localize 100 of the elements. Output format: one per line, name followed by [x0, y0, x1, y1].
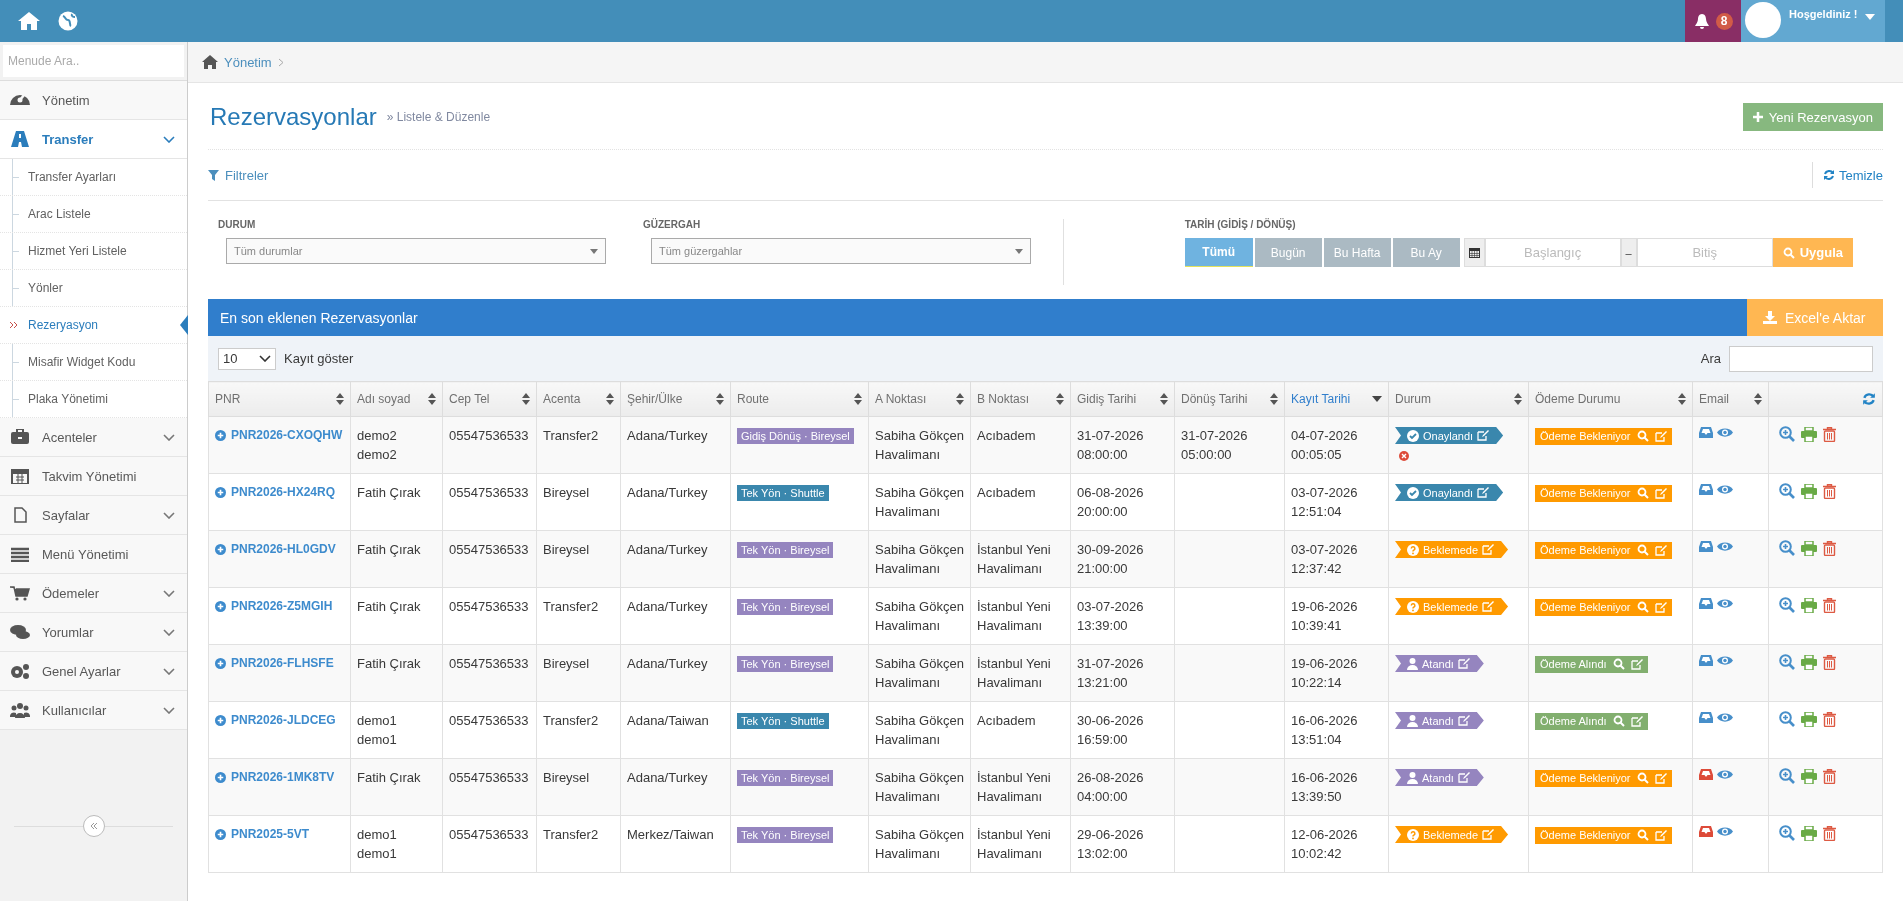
status-tag[interactable]: Onaylandı	[1395, 484, 1504, 501]
table-cell: 16-06-2026 13:39:50	[1284, 758, 1389, 816]
table-cell: Acıbadem	[970, 416, 1071, 474]
table-cell: 03-07-2026 12:51:04	[1284, 473, 1389, 531]
table-cell: 31-07-2026 08:00:00	[1070, 416, 1175, 474]
edit-icon	[1654, 487, 1667, 499]
panel-title: En son eklenen Rezervasyonlar	[219, 309, 419, 326]
end-date-field[interactable]: Bitiş	[1636, 238, 1773, 267]
payment-tag[interactable]: Ödeme Bekleniyor	[1535, 769, 1672, 787]
eye-icon	[1717, 769, 1733, 780]
column-header[interactable]: Route	[737, 392, 770, 406]
table-cell: demo1 demo1	[350, 701, 443, 759]
magnifier-icon	[1636, 544, 1649, 556]
list-icon	[10, 546, 30, 562]
edit-icon	[1482, 829, 1495, 840]
sidebar-subitem[interactable]: Yönler	[28, 281, 63, 295]
route-label: Tek Yön · Bireysel	[737, 542, 834, 558]
trash-icon	[1823, 597, 1836, 613]
payment-tag[interactable]: Ödeme Bekleniyor	[1535, 484, 1672, 502]
payment-tag[interactable]: Ödeme Bekleniyor	[1535, 826, 1672, 844]
start-date-field[interactable]: Başlangıç	[1484, 238, 1621, 267]
sidebar-item[interactable]: Menü Yönetimi	[0, 535, 187, 574]
sidebar-subitem[interactable]: Transfer Ayarları	[28, 170, 117, 184]
status-tag[interactable]: Beklemede	[1395, 826, 1509, 843]
cart-icon	[10, 585, 30, 601]
caret-down-icon	[1865, 14, 1876, 20]
table-cell: 05547536533	[442, 644, 537, 702]
table-cell: Acıbadem	[970, 473, 1071, 531]
sidebar-item[interactable]: Kullanıcılar	[0, 691, 187, 730]
status-tag[interactable]: Atandı	[1395, 655, 1484, 672]
print-icon	[1801, 711, 1817, 727]
edit-icon	[1654, 544, 1667, 556]
table-cell: demo2 demo2	[350, 416, 443, 474]
sidebar-subitem[interactable]: Plaka Yönetimi	[28, 392, 108, 406]
bell-icon	[1693, 13, 1710, 29]
table-cell: 05547536533	[442, 701, 537, 759]
breadcrumb-link[interactable]: Yönetim	[224, 54, 272, 70]
table-cell: Fatih Çırak	[350, 473, 443, 531]
status-tag[interactable]: Beklemede	[1395, 541, 1509, 558]
table-cell: 05547536533	[442, 587, 537, 645]
date-range-button[interactable]: Tümü	[1184, 238, 1253, 267]
column-header[interactable]: Durum	[1395, 392, 1431, 406]
table-cell: 03-07-2026 12:37:42	[1284, 530, 1389, 588]
table-cell: Bireysel	[536, 530, 621, 588]
edit-icon	[1654, 772, 1667, 784]
column-header[interactable]: Acenta	[543, 392, 581, 406]
sidebar-item[interactable]: Acenteler	[0, 418, 187, 457]
table-cell: Fatih Çırak	[350, 758, 443, 816]
sidebar-subitem[interactable]: Hizmet Yeri Listele	[28, 244, 127, 258]
column-header[interactable]: Şehir/Ülke	[627, 392, 683, 406]
payment-tag[interactable]: Ödeme Alındı	[1535, 712, 1648, 730]
sidebar-item[interactable]: Transfer	[0, 120, 187, 159]
page-size-select[interactable]: 10	[218, 347, 276, 370]
route-select[interactable]: Tüm güzergahlar	[651, 238, 1031, 264]
active-pointer-icon	[180, 315, 188, 335]
table-cell: Adana/Turkey	[620, 530, 731, 588]
clear-filters-link[interactable]: Temizle	[1838, 167, 1883, 183]
sidebar-subitem[interactable]: Misafir Widget Kodu	[28, 355, 136, 369]
table-cell: 04-07-2026 00:05:05	[1284, 416, 1389, 474]
payment-tag[interactable]: Ödeme Bekleniyor	[1535, 598, 1672, 616]
collapse-sidebar-button[interactable]	[82, 815, 105, 837]
double-chevron-left-icon	[89, 822, 98, 830]
table-cell: 03-07-2026 13:39:00	[1070, 587, 1175, 645]
magnifier-icon	[1636, 601, 1649, 613]
plus-circle-icon	[215, 715, 226, 726]
table-cell: Bireysel	[536, 473, 621, 531]
page-subtitle: » Listele & Düzenle	[386, 110, 492, 124]
status-select[interactable]: Tüm durumlar	[226, 238, 606, 264]
gauge-icon	[10, 95, 30, 105]
sidebar-item[interactable]: Genel Ayarlar	[0, 652, 187, 691]
sidebar-item[interactable]: Ödemeler	[0, 574, 187, 613]
plus-circle-icon	[215, 601, 226, 612]
sidebar-subitem[interactable]: Rezeryasyon	[28, 318, 99, 332]
column-header[interactable]: Email	[1699, 392, 1729, 406]
status-tag[interactable]: Atandı	[1395, 769, 1484, 786]
status-tag[interactable]: Beklemede	[1395, 598, 1509, 615]
table-cell: 29-06-2026 13:02:00	[1070, 815, 1175, 873]
payment-tag[interactable]: Ödeme Alındı	[1535, 655, 1648, 673]
edit-icon	[1654, 601, 1667, 613]
payment-tag[interactable]: Ödeme Bekleniyor	[1535, 427, 1672, 445]
new-reservation-button[interactable]: Yeni Rezervasyon	[1742, 103, 1883, 131]
payment-tag[interactable]: Ödeme Bekleniyor	[1535, 541, 1672, 559]
pnr-link[interactable]: PNR2025-5VT	[231, 825, 310, 844]
sidebar-item[interactable]: Sayfalar	[0, 496, 187, 535]
menu-search-field[interactable]: Menude Ara..	[3, 45, 184, 77]
table-cell: İstanbul Yeni Havalimanı	[970, 530, 1071, 588]
comments-icon	[10, 624, 30, 640]
sidebar-subitem[interactable]: Arac Listele	[28, 207, 91, 221]
chevron-down-icon	[259, 355, 271, 362]
column-header[interactable]: PNR	[215, 392, 241, 406]
sidebar-item[interactable]: Takvim Yönetimi	[0, 457, 187, 496]
sidebar-item[interactable]: Yorumlar	[0, 613, 187, 652]
table-search-field[interactable]	[1729, 345, 1873, 372]
table-cell: 05547536533	[442, 530, 537, 588]
status-tag[interactable]: Atandı	[1395, 712, 1484, 729]
status-tag[interactable]: Onaylandı	[1395, 427, 1504, 444]
user-avatar[interactable]	[1745, 2, 1781, 38]
column-header[interactable]: Cep Tel	[449, 392, 490, 406]
table-cell: Sabiha Gökçen Havalimanı	[868, 644, 971, 702]
column-header[interactable]: A Noktası	[875, 392, 927, 406]
